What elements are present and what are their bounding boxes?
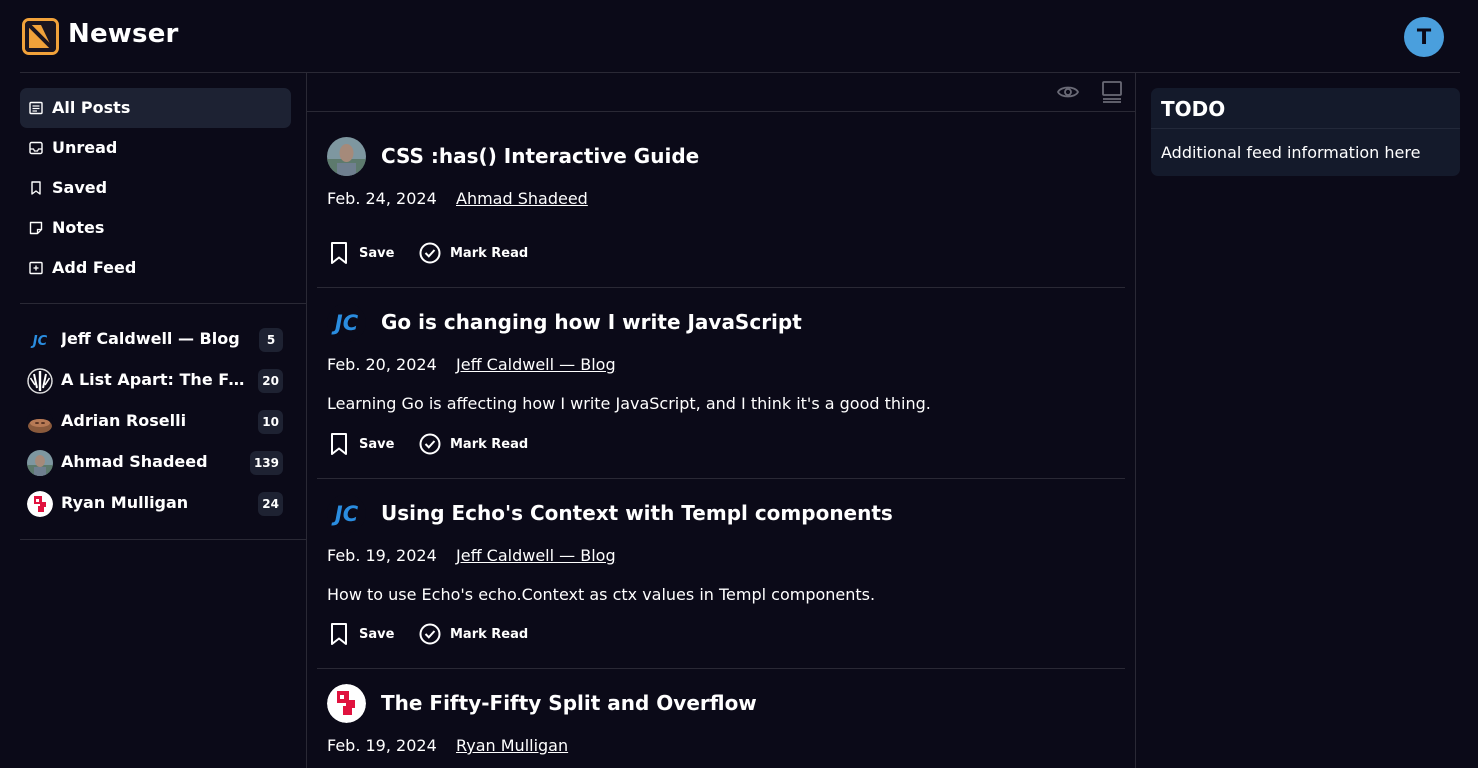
post-description: How to use Echo's echo.Context as ctx va… bbox=[327, 585, 876, 604]
feed-info-panel: TODO Additional feed information here bbox=[1151, 88, 1460, 176]
inbox-icon bbox=[29, 141, 43, 155]
unread-count-badge: 139 bbox=[249, 451, 283, 475]
post-item: JC Using Echo's Context with Templ compo… bbox=[317, 494, 1125, 659]
toolbar-divider bbox=[307, 111, 1135, 112]
panel-divider bbox=[1151, 128, 1460, 129]
list-icon bbox=[29, 101, 43, 115]
post-divider bbox=[317, 478, 1125, 479]
feed-item-adrian-roselli[interactable]: Adrian Roselli 10 bbox=[20, 404, 291, 440]
post-item: JC Go is changing how I write JavaScript… bbox=[317, 303, 1125, 468]
mark-read-button[interactable]: Mark Read bbox=[418, 432, 528, 456]
feed-item-a-list-apart[interactable]: A List Apart: The Full Feed 20 bbox=[20, 363, 291, 399]
mark-read-label: Mark Read bbox=[450, 627, 529, 642]
mark-read-button[interactable]: Mark Read bbox=[418, 622, 528, 646]
layout-icon[interactable] bbox=[1100, 80, 1124, 104]
feed-name: Jeff Caldwell — Blog bbox=[61, 329, 240, 348]
post-title[interactable]: The Fifty-Fifty Split and Overflow bbox=[381, 691, 757, 715]
ryan-mulligan-logo-icon bbox=[327, 684, 366, 723]
save-button[interactable]: Save bbox=[327, 432, 394, 456]
ahmad-shadeed-avatar bbox=[27, 450, 53, 476]
post-divider bbox=[317, 287, 1125, 288]
newser-logo-icon[interactable] bbox=[22, 18, 59, 55]
post-author-link[interactable]: Jeff Caldwell — Blog bbox=[456, 355, 616, 374]
feed-name: A List Apart: The Full Feed bbox=[61, 370, 247, 389]
mark-read-button[interactable]: Mark Read bbox=[418, 241, 528, 265]
bookmark-icon bbox=[331, 242, 347, 264]
unread-count-badge: 5 bbox=[259, 328, 283, 352]
bookmark-icon bbox=[331, 623, 347, 645]
save-label: Save bbox=[359, 437, 395, 452]
post-divider bbox=[317, 668, 1125, 669]
post-date: Feb. 20, 2024 bbox=[327, 355, 437, 374]
nav-add-feed[interactable]: Add Feed bbox=[20, 248, 291, 288]
post-date: Feb. 24, 2024 bbox=[327, 189, 437, 208]
save-button[interactable]: Save bbox=[327, 622, 394, 646]
adrian-roselli-avatar bbox=[27, 409, 53, 435]
panel-body: Additional feed information here bbox=[1161, 143, 1421, 162]
svg-text:JC: JC bbox=[30, 334, 48, 349]
user-avatar[interactable]: T bbox=[1404, 17, 1444, 57]
bookmark-icon bbox=[31, 181, 41, 195]
feed-item-jeff-caldwell[interactable]: JC Jeff Caldwell — Blog 5 bbox=[20, 322, 291, 358]
ahmad-shadeed-avatar bbox=[327, 137, 366, 176]
jc-logo-icon: JC bbox=[327, 303, 366, 342]
note-icon bbox=[29, 221, 43, 235]
post-title[interactable]: Using Echo's Context with Templ componen… bbox=[381, 501, 893, 525]
feed-name: Adrian Roselli bbox=[61, 411, 187, 430]
nav-saved[interactable]: Saved bbox=[20, 168, 291, 208]
check-circle-icon bbox=[419, 623, 441, 645]
post-title[interactable]: CSS :has() Interactive Guide bbox=[381, 144, 699, 168]
save-label: Save bbox=[359, 627, 395, 642]
mark-read-label: Mark Read bbox=[450, 437, 529, 452]
nav-notes[interactable]: Notes bbox=[20, 208, 291, 248]
add-box-icon bbox=[29, 261, 43, 275]
post-date: Feb. 19, 2024 bbox=[327, 546, 437, 565]
check-circle-icon bbox=[419, 242, 441, 264]
sidebar-divider bbox=[20, 539, 306, 540]
feed-name: Ryan Mulligan bbox=[61, 493, 189, 512]
save-label: Save bbox=[359, 246, 395, 261]
feed-name: Ahmad Shadeed bbox=[61, 452, 208, 471]
post-date: Feb. 19, 2024 bbox=[327, 736, 437, 755]
nav-all-posts[interactable]: All Posts bbox=[20, 88, 291, 128]
eye-icon[interactable] bbox=[1056, 80, 1080, 104]
feed-item-ahmad-shadeed[interactable]: Ahmad Shadeed 139 bbox=[20, 445, 291, 481]
ryan-mulligan-logo-icon bbox=[27, 491, 53, 517]
unread-count-badge: 10 bbox=[258, 410, 283, 434]
app-name[interactable]: Newser bbox=[68, 19, 179, 49]
nav-label: Saved bbox=[52, 178, 108, 197]
post-author-link[interactable]: Jeff Caldwell — Blog bbox=[456, 546, 616, 565]
svg-text:JC: JC bbox=[331, 502, 359, 526]
sidebar-divider bbox=[20, 303, 306, 304]
app-header: Newser T bbox=[0, 0, 1478, 72]
post-item: CSS :has() Interactive Guide Feb. 24, 20… bbox=[317, 137, 1125, 277]
panel-title: TODO bbox=[1161, 97, 1226, 121]
post-item: The Fifty-Fifty Split and Overflow Feb. … bbox=[317, 684, 1125, 768]
jc-logo-icon: JC bbox=[27, 327, 53, 353]
bookmark-icon bbox=[331, 433, 347, 455]
nav-label: Unread bbox=[52, 138, 118, 157]
sidebar-border bbox=[306, 73, 307, 768]
nav-label: Add Feed bbox=[52, 258, 137, 277]
nav-label: All Posts bbox=[52, 98, 131, 117]
svg-text:JC: JC bbox=[331, 311, 359, 335]
post-title[interactable]: Go is changing how I write JavaScript bbox=[381, 310, 802, 334]
nav-label: Notes bbox=[52, 218, 105, 237]
mark-read-label: Mark Read bbox=[450, 246, 529, 261]
post-description: Learning Go is affecting how I write Jav… bbox=[327, 394, 931, 413]
post-author-link[interactable]: Ahmad Shadeed bbox=[456, 189, 588, 208]
a-list-apart-logo-icon bbox=[27, 368, 53, 394]
jc-logo-icon: JC bbox=[327, 494, 366, 533]
unread-count-badge: 24 bbox=[258, 492, 283, 516]
check-circle-icon bbox=[419, 433, 441, 455]
feed-item-ryan-mulligan[interactable]: Ryan Mulligan 24 bbox=[20, 486, 291, 522]
post-author-link[interactable]: Ryan Mulligan bbox=[456, 736, 568, 755]
unread-count-badge: 20 bbox=[258, 369, 283, 393]
nav-unread[interactable]: Unread bbox=[20, 128, 291, 168]
main-border bbox=[1135, 73, 1136, 768]
save-button[interactable]: Save bbox=[327, 241, 394, 265]
